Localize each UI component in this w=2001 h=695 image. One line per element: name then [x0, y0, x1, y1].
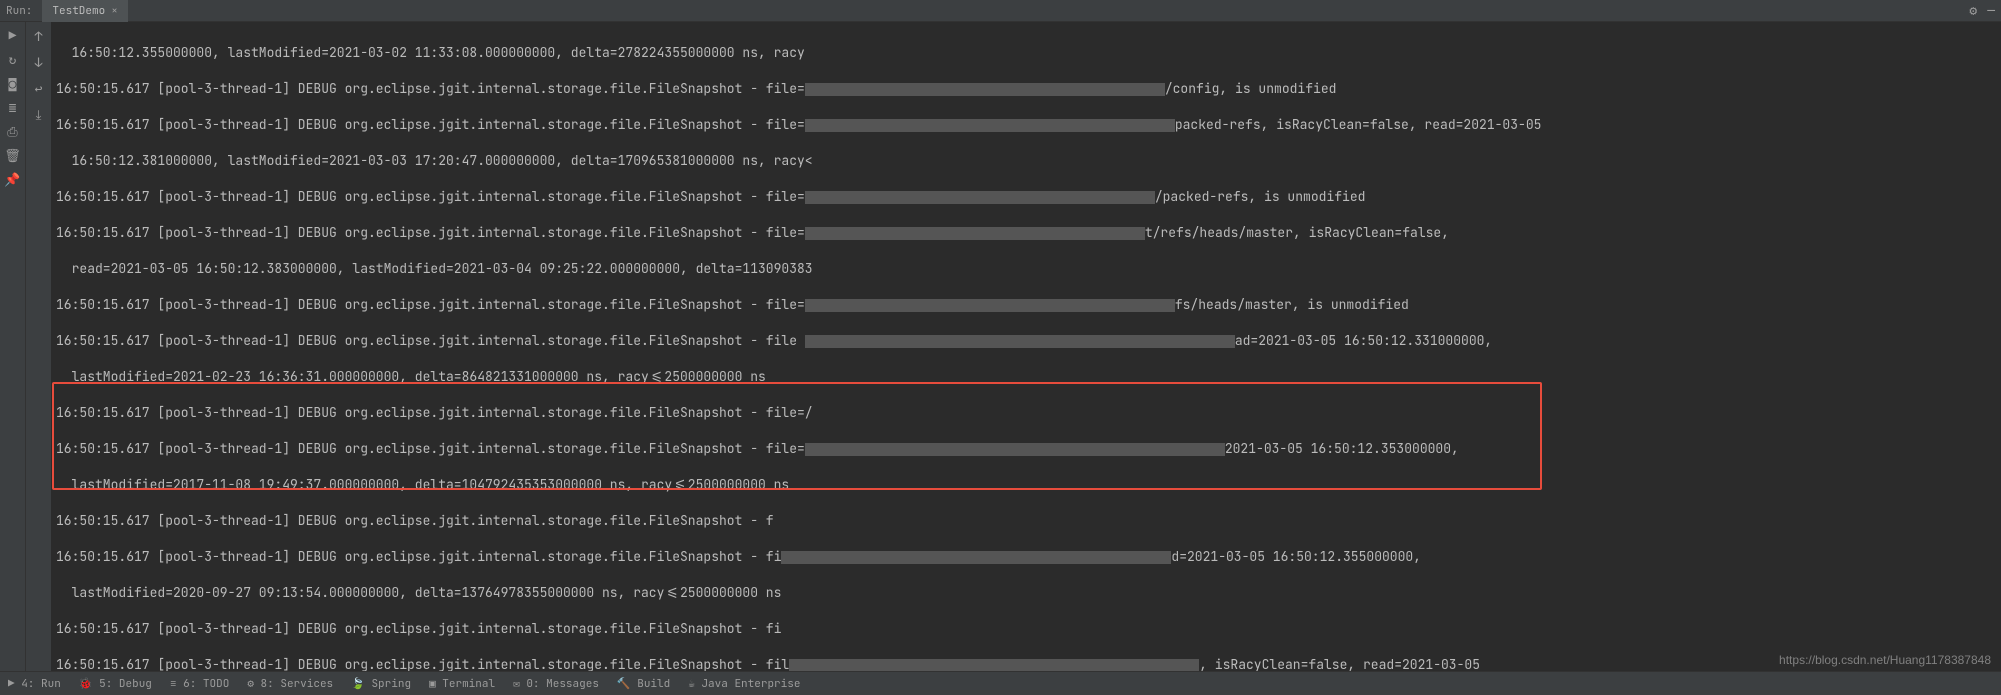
- log-line: 16:50:12.381000000, lastModified=2021-03…: [56, 152, 1991, 170]
- toolwin-build[interactable]: 🔨 Build: [617, 677, 670, 691]
- close-icon[interactable]: ×: [111, 4, 118, 18]
- soft-wrap-icon[interactable]: ↩: [31, 80, 47, 96]
- log-line: read=2021-03-05 16:50:12.383000000, last…: [56, 260, 1991, 278]
- up-icon[interactable]: ↑: [31, 28, 47, 44]
- status-bar: ▶ 4: Run 🐞 5: Debug ≡ 6: TODO ⚙ 8: Servi…: [0, 671, 2001, 695]
- watermark: https://blog.csdn.net/Huang1178387848: [1779, 651, 1991, 669]
- console-actions: ↑ ↓ ↩ ⤓: [26, 22, 52, 671]
- layout-icon[interactable]: ≣: [6, 100, 20, 114]
- toolwin-spring[interactable]: 🍃 Spring: [351, 677, 411, 691]
- highlight-box: [52, 382, 1542, 490]
- toolwin-services[interactable]: ⚙ 8: Services: [247, 677, 333, 691]
- log-line: 16:50:15.617 [pool-3-thread-1] DEBUG org…: [56, 224, 1991, 242]
- toolwin-messages[interactable]: ✉ 0: Messages: [513, 677, 599, 691]
- log-line: 16:50:15.617 [pool-3-thread-1] DEBUG org…: [56, 440, 1991, 458]
- run-tab-testdemo[interactable]: TestDemo ×: [42, 0, 127, 22]
- log-line: lastModified=2020-09-27 09:13:54.0000000…: [56, 584, 1991, 602]
- scroll-end-icon[interactable]: ⤓: [31, 106, 47, 122]
- log-line: 16:50:15.617 [pool-3-thread-1] DEBUG org…: [56, 404, 1991, 422]
- print-icon[interactable]: ⎙: [6, 124, 20, 138]
- toolwin-run[interactable]: ▶ 4: Run: [8, 677, 61, 691]
- minimize-icon[interactable]: —: [1987, 2, 1995, 19]
- log-line: 16:50:15.617 [pool-3-thread-1] DEBUG org…: [56, 80, 1991, 98]
- log-line: 16:50:15.617 [pool-3-thread-1] DEBUG org…: [56, 512, 1991, 530]
- log-line: 16:50:12.355000000, lastModified=2021-03…: [56, 44, 1991, 62]
- toolwin-javaee[interactable]: ☕ Java Enterprise: [688, 677, 800, 691]
- log-line: 16:50:15.617 [pool-3-thread-1] DEBUG org…: [56, 188, 1991, 206]
- trash-icon[interactable]: 🗑: [6, 148, 20, 162]
- log-line: 16:50:15.617 [pool-3-thread-1] DEBUG org…: [56, 116, 1991, 134]
- down-icon[interactable]: ↓: [31, 54, 47, 70]
- run-gutter: ▶ ↻ ◙ ≣ ⎙ 🗑 📌: [0, 22, 26, 671]
- run-label: Run:: [6, 4, 32, 18]
- run-toolbar: Run: TestDemo × ⚙ —: [0, 0, 2001, 22]
- toolwin-debug[interactable]: 🐞 5: Debug: [79, 677, 152, 691]
- run-icon[interactable]: ▶: [6, 28, 20, 42]
- log-line: 16:50:15.617 [pool-3-thread-1] DEBUG org…: [56, 332, 1991, 350]
- log-line: 16:50:15.617 [pool-3-thread-1] DEBUG org…: [56, 548, 1991, 566]
- log-line: 16:50:15.617 [pool-3-thread-1] DEBUG org…: [56, 296, 1991, 314]
- log-line: 16:50:15.617 [pool-3-thread-1] DEBUG org…: [56, 620, 1991, 638]
- rerun-icon[interactable]: ↻: [6, 52, 20, 66]
- toolwin-todo[interactable]: ≡ 6: TODO: [170, 677, 229, 691]
- log-line: lastModified=2021-02-23 16:36:31.0000000…: [56, 368, 1991, 386]
- log-line: lastModified=2017-11-08 19:49:37.0000000…: [56, 476, 1991, 494]
- toolwin-terminal[interactable]: ▣ Terminal: [429, 677, 495, 691]
- dump-icon[interactable]: ◙: [6, 76, 20, 90]
- log-line: 16:50:15.617 [pool-3-thread-1] DEBUG org…: [56, 656, 1991, 671]
- tab-title: TestDemo: [52, 4, 105, 18]
- console-output[interactable]: 16:50:12.355000000, lastModified=2021-03…: [52, 22, 2001, 671]
- pin-icon[interactable]: 📌: [6, 172, 20, 186]
- gear-icon[interactable]: ⚙: [1969, 2, 1977, 19]
